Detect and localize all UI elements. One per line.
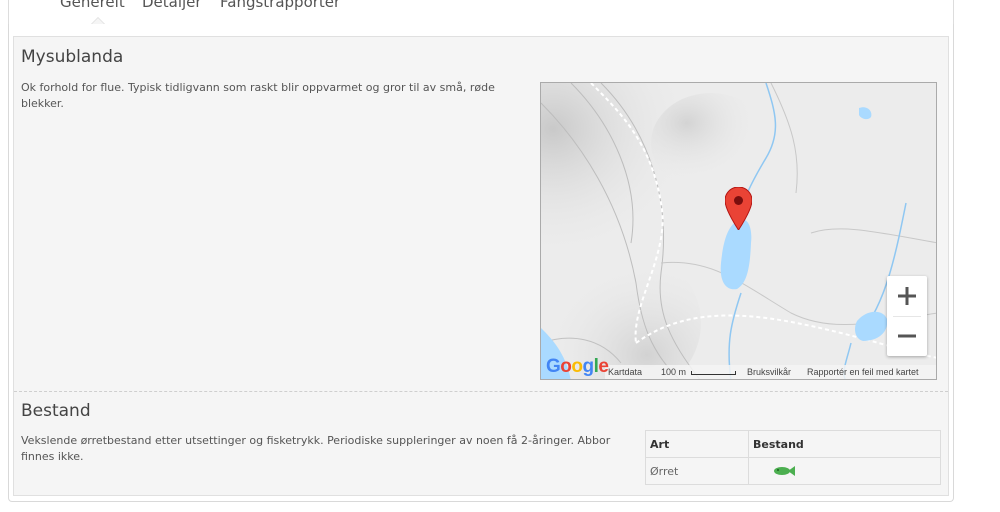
minus-icon <box>898 334 916 338</box>
tab-detaljer[interactable]: Detaljer <box>142 0 202 11</box>
report-error-link[interactable]: Rapportér en feil med kartet <box>807 367 919 377</box>
zoom-in-button[interactable] <box>887 276 927 316</box>
tab-generelt[interactable]: Generelt <box>60 0 125 11</box>
lake-description: Ok forhold for flue. Typisk tidligvann s… <box>21 81 495 110</box>
stock-description: Vekslende ørretbestand etter utsettinger… <box>21 434 611 463</box>
map-footer: Google Kartdata 100 m Bruksvilkår Rappor… <box>541 356 936 379</box>
zoom-control <box>887 276 927 356</box>
map-terrain <box>541 83 936 379</box>
section-divider <box>14 391 948 392</box>
species-cell: Ørret <box>645 457 749 485</box>
terms-link[interactable]: Bruksvilkår <box>747 367 791 377</box>
stock-table: Art Bestand Ørret <box>645 430 941 485</box>
table-header-row: Art Bestand <box>645 430 941 458</box>
plus-icon <box>898 287 916 305</box>
fish-icon <box>774 465 795 476</box>
scale-bar <box>691 371 736 375</box>
map-scale-label[interactable]: 100 m <box>661 367 686 377</box>
tab-bar: Generelt Detaljer Fangstrapporter <box>8 0 954 25</box>
col-bestand: Bestand <box>748 430 941 458</box>
stock-title: Bestand <box>21 401 91 421</box>
zoom-out-button[interactable] <box>887 316 927 356</box>
table-row: Ørret <box>645 457 941 485</box>
map[interactable]: Google Kartdata 100 m Bruksvilkår Rappor… <box>540 82 937 380</box>
google-logo[interactable]: Google <box>546 356 609 378</box>
map-data-link[interactable]: Kartdata <box>608 367 642 377</box>
lake-title: Mysublanda <box>21 47 124 67</box>
col-art: Art <box>645 430 749 458</box>
tab-fangstrapporter[interactable]: Fangstrapporter <box>220 0 340 11</box>
map-marker-icon[interactable] <box>725 187 752 230</box>
stock-cell <box>748 457 941 485</box>
